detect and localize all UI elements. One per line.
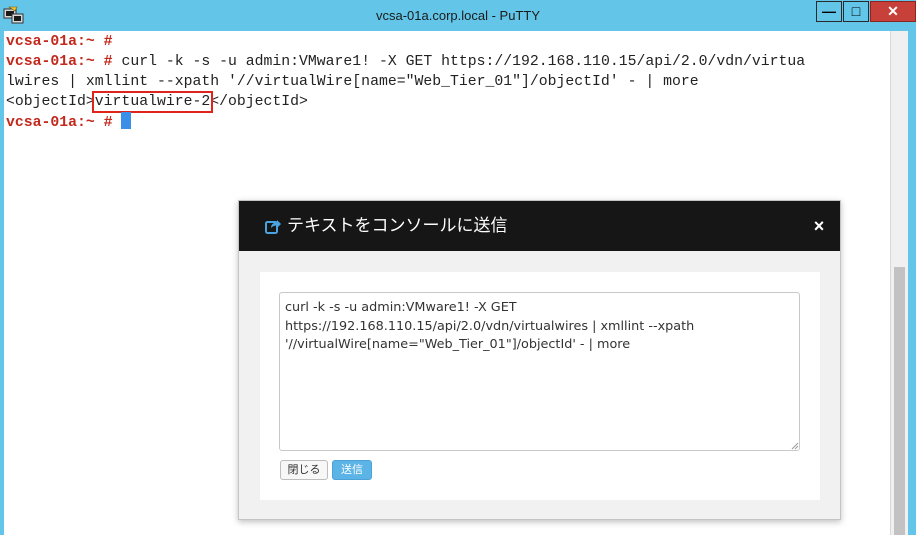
send-text-textarea[interactable]: curl -k -s -u admin:VMware1! -X GET http… [279, 292, 800, 451]
dialog-header: テキストをコンソールに送信 × [239, 201, 840, 251]
send-button[interactable]: 送信 [332, 460, 372, 480]
terminal-line-4: <objectId>virtualwire-2</objectId> [6, 91, 308, 113]
output-close-tag: </objectId> [210, 94, 308, 110]
terminal-scrollbar[interactable] [890, 31, 908, 535]
window-titlebar[interactable]: vcsa-01a.corp.local - PuTTY — □ ✕ [0, 0, 916, 31]
command-text-continued: lwires | xmllint --xpath '//virtualWire[… [6, 74, 699, 90]
close-window-button[interactable]: ✕ [870, 1, 916, 22]
shell-prompt: vcsa-01a:~ # [6, 54, 113, 70]
dialog-title: テキストをコンソールに送信 [287, 216, 508, 236]
command-text: curl -k -s -u admin:VMware1! -X GET http… [112, 54, 806, 70]
shell-prompt: vcsa-01a:~ # [6, 115, 113, 131]
send-text-dialog: テキストをコンソールに送信 × curl -k -s -u admin:VMwa… [238, 200, 841, 520]
maximize-button[interactable]: □ [843, 1, 869, 22]
close-button[interactable]: 閉じる [280, 460, 328, 480]
terminal-line-2: vcsa-01a:~ # curl -k -s -u admin:VMware1… [6, 52, 805, 72]
terminal-line-1: vcsa-01a:~ # [6, 32, 113, 52]
output-open-tag: <objectId> [6, 94, 95, 110]
window-frame-right [908, 31, 916, 535]
share-icon [265, 220, 281, 234]
dialog-body: curl -k -s -u admin:VMware1! -X GET http… [260, 272, 820, 500]
terminal-cursor [120, 112, 131, 129]
resize-grip-icon[interactable] [791, 442, 799, 450]
minimize-button[interactable]: — [816, 1, 842, 22]
close-icon: ✕ [887, 3, 899, 19]
terminal-line-3: lwires | xmllint --xpath '//virtualWire[… [6, 72, 699, 92]
dialog-close-icon[interactable]: × [807, 213, 831, 239]
highlighted-object-id: virtualwire-2 [91, 91, 214, 113]
window-title: vcsa-01a.corp.local - PuTTY [375, 8, 540, 23]
scrollbar-thumb[interactable] [894, 267, 905, 535]
shell-prompt: vcsa-01a:~ # [6, 34, 113, 50]
maximize-icon: □ [851, 3, 861, 19]
minimize-icon: — [822, 3, 836, 19]
terminal-line-5: vcsa-01a:~ # [6, 112, 131, 132]
